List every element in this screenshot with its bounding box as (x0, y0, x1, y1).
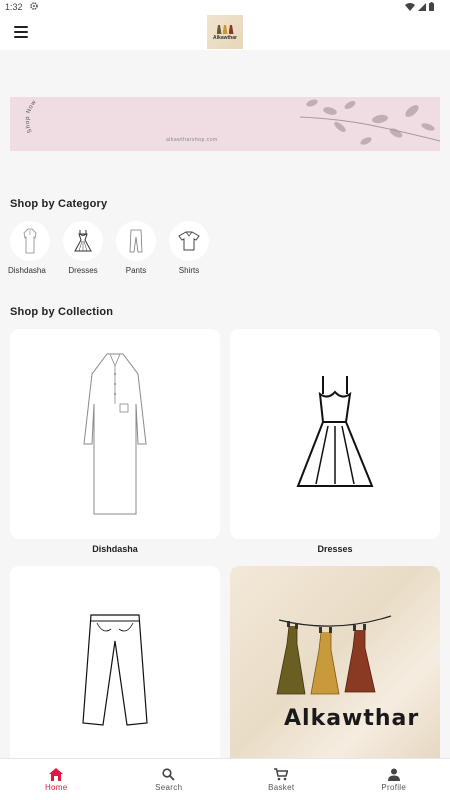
logo-text: Alkawthar (213, 35, 237, 41)
category-item-pants[interactable]: Pants (116, 221, 156, 276)
app-bar: Alkawthar (0, 14, 450, 50)
home-icon (49, 767, 64, 781)
battery-icon (429, 2, 434, 11)
svg-text:Shop Now · Shop Now ·: Shop Now · Shop Now · (25, 100, 80, 134)
nav-label: Basket (268, 782, 295, 792)
collection-card-dishdasha[interactable] (10, 329, 220, 539)
nav-home[interactable]: Home (0, 759, 113, 800)
category-item-dresses[interactable]: Dresses (63, 221, 103, 276)
collection-section-title: Shop by Collection (10, 306, 114, 318)
bottom-navigation: Home Search Basket Profile (0, 758, 450, 800)
banner-url: alkawtharshop.com (166, 137, 218, 143)
dress-icon (63, 221, 103, 261)
dress-illustration-icon (296, 376, 374, 487)
search-icon (162, 767, 175, 781)
collection-card-dresses[interactable] (230, 329, 440, 539)
nav-label: Search (155, 782, 183, 792)
person-icon (387, 768, 400, 781)
dishdasha-illustration-icon (83, 353, 147, 515)
nav-label: Profile (381, 782, 407, 792)
collection-label: Dresses (317, 544, 353, 554)
category-item-shirts[interactable]: Shirts (169, 221, 209, 276)
cart-icon (274, 767, 289, 780)
nav-search[interactable]: Search (113, 759, 226, 800)
collection-label: Dishdasha (92, 544, 138, 554)
collection-card-pants[interactable] (10, 566, 220, 776)
shirt-icon (169, 221, 209, 261)
pants-illustration-icon (82, 614, 148, 726)
wifi-icon (405, 2, 415, 11)
category-label: Dishdasha (8, 266, 46, 275)
category-label: Pants (125, 266, 147, 275)
pants-icon (116, 221, 156, 261)
status-time: 1:32 (5, 2, 23, 12)
promo-banner[interactable]: Shop Now · Shop Now · alkawtharshop.com (10, 97, 440, 151)
status-indicators (405, 2, 434, 11)
leaves-decoration-icon (300, 99, 440, 145)
category-section-title: Shop by Category (10, 198, 108, 210)
brand-name: Alkawthar (284, 706, 420, 731)
dishdasha-icon (10, 221, 50, 261)
category-item-dishdasha[interactable]: Dishdasha (8, 221, 50, 276)
collection-card-brand[interactable]: Alkawthar (230, 566, 440, 776)
logo-dresses-icon (216, 25, 234, 34)
signal-icon (418, 2, 426, 11)
category-label: Shirts (178, 266, 200, 275)
banner-stamp-icon: Shop Now · Shop Now · (25, 100, 80, 134)
category-list: Dishdasha Dresses Pants Shirts (8, 221, 209, 276)
app-logo[interactable]: Alkawthar (207, 15, 243, 49)
settings-status-icon (29, 1, 39, 13)
status-bar: 1:32 (0, 0, 450, 14)
nav-profile[interactable]: Profile (338, 759, 450, 800)
banner-stamp-text: Shop Now · Shop Now · (25, 100, 79, 134)
nav-label: Home (44, 782, 68, 792)
hanging-dresses-icon (276, 615, 392, 695)
category-label: Dresses (68, 266, 98, 275)
nav-basket[interactable]: Basket (225, 759, 338, 800)
menu-icon[interactable] (14, 26, 28, 38)
